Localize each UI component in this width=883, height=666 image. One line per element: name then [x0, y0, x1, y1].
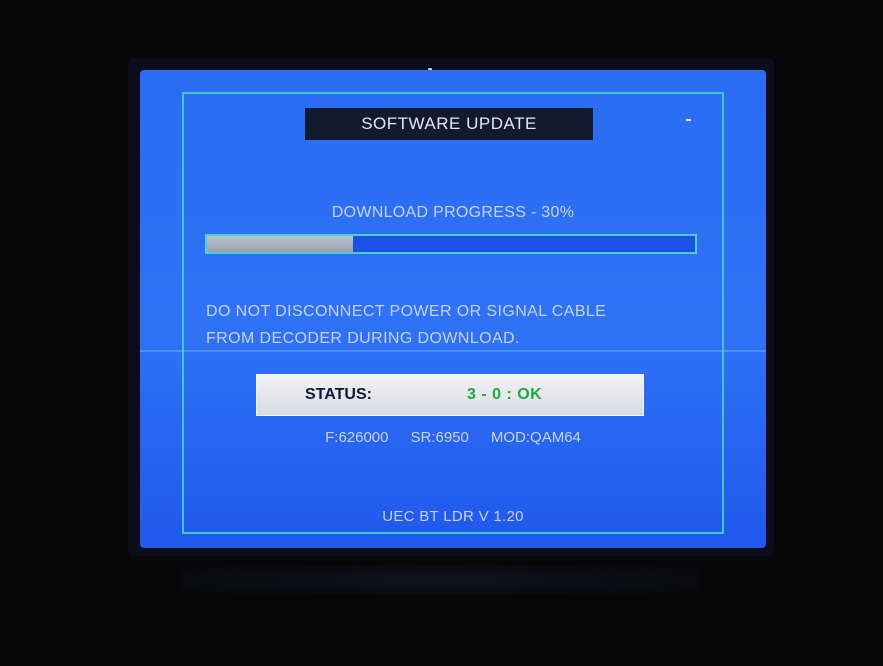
tv-reflection — [180, 565, 700, 595]
corner-marker — [686, 119, 691, 121]
frequency-value: F:626000 — [325, 429, 389, 446]
tv-screen: SOFTWARE UPDATE DOWNLOAD PROGRESS - 30% … — [140, 70, 766, 548]
status-box: STATUS: 3 - 0 : OK — [256, 374, 644, 416]
tuning-info: F:626000 SR:6950 MOD:QAM64 — [184, 429, 722, 446]
download-progress-fill — [207, 236, 354, 252]
symbol-rate-value: SR:6950 — [410, 429, 469, 446]
download-progress-bar — [205, 234, 697, 254]
warning-line: DO NOT DISCONNECT POWER OR SIGNAL CABLE — [206, 303, 607, 320]
download-progress-label: DOWNLOAD PROGRESS - 30% — [331, 204, 575, 221]
warning-line: FROM DECODER DURING DOWNLOAD. — [206, 330, 520, 347]
loader-version: UEC BT LDR V 1.20 — [382, 508, 524, 525]
status-label: STATUS: — [305, 386, 372, 403]
screen-title: SOFTWARE UPDATE — [305, 108, 593, 140]
modulation-value: MOD:QAM64 — [490, 429, 581, 446]
update-panel: SOFTWARE UPDATE DOWNLOAD PROGRESS - 30% … — [182, 92, 724, 534]
warning-message: DO NOT DISCONNECT POWER OR SIGNAL CABLE … — [206, 298, 706, 352]
status-value: 3 - 0 : OK — [467, 386, 543, 403]
